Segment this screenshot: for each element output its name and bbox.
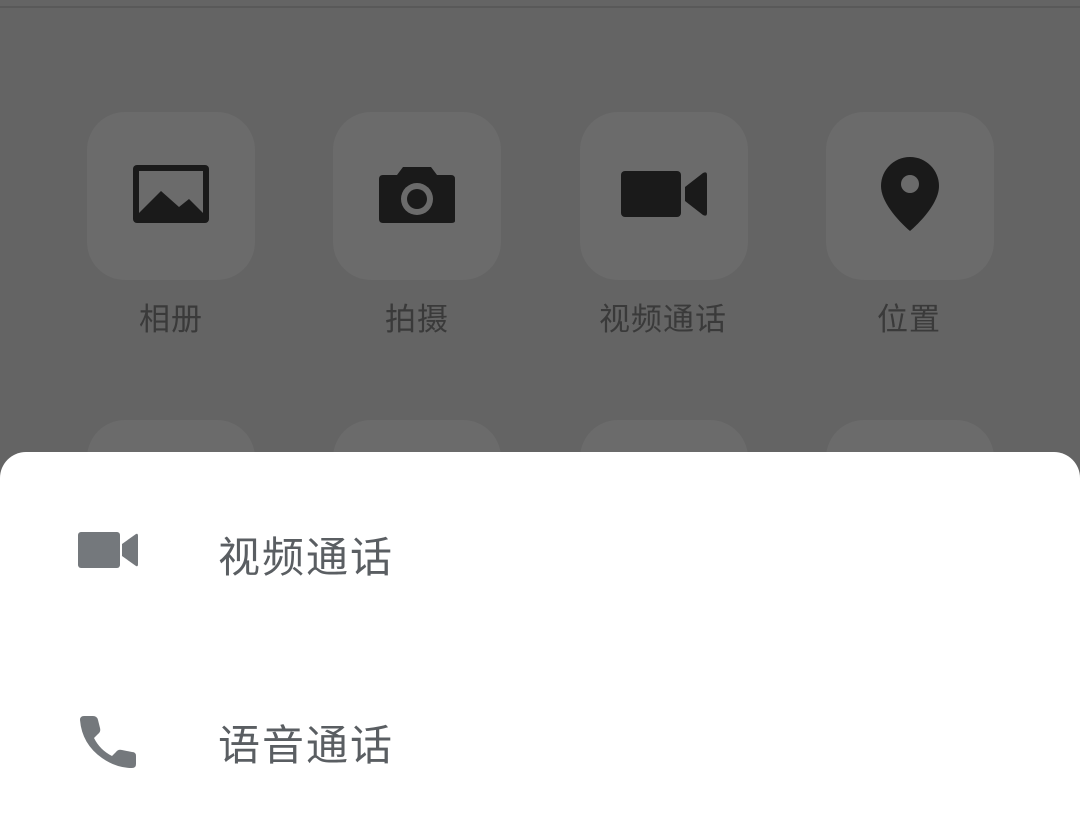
location-label: 位置 — [877, 302, 941, 338]
video-call-icon — [619, 167, 709, 225]
location-tile[interactable] — [826, 112, 994, 280]
video-call-label: 视频通话 — [599, 302, 727, 338]
camera-label: 拍摄 — [385, 302, 449, 338]
album-tile[interactable] — [87, 112, 255, 280]
video-call-option-label: 视频通话 — [218, 533, 395, 582]
camera-tile[interactable] — [333, 112, 501, 280]
voice-call-option-label: 语音通话 — [218, 721, 395, 770]
video-camera-icon — [76, 530, 140, 574]
video-call-option[interactable]: 视频通话 — [0, 452, 1080, 642]
call-options-sheet: 视频通话 语音通话 — [0, 452, 1080, 836]
camera-icon — [377, 163, 457, 229]
album-label: 相册 — [139, 302, 203, 338]
location-pin-icon — [879, 155, 941, 237]
phone-icon — [76, 714, 138, 774]
photo-album-icon — [131, 163, 211, 229]
voice-call-option[interactable]: 语音通话 — [0, 642, 1080, 832]
video-call-tile[interactable] — [580, 112, 748, 280]
